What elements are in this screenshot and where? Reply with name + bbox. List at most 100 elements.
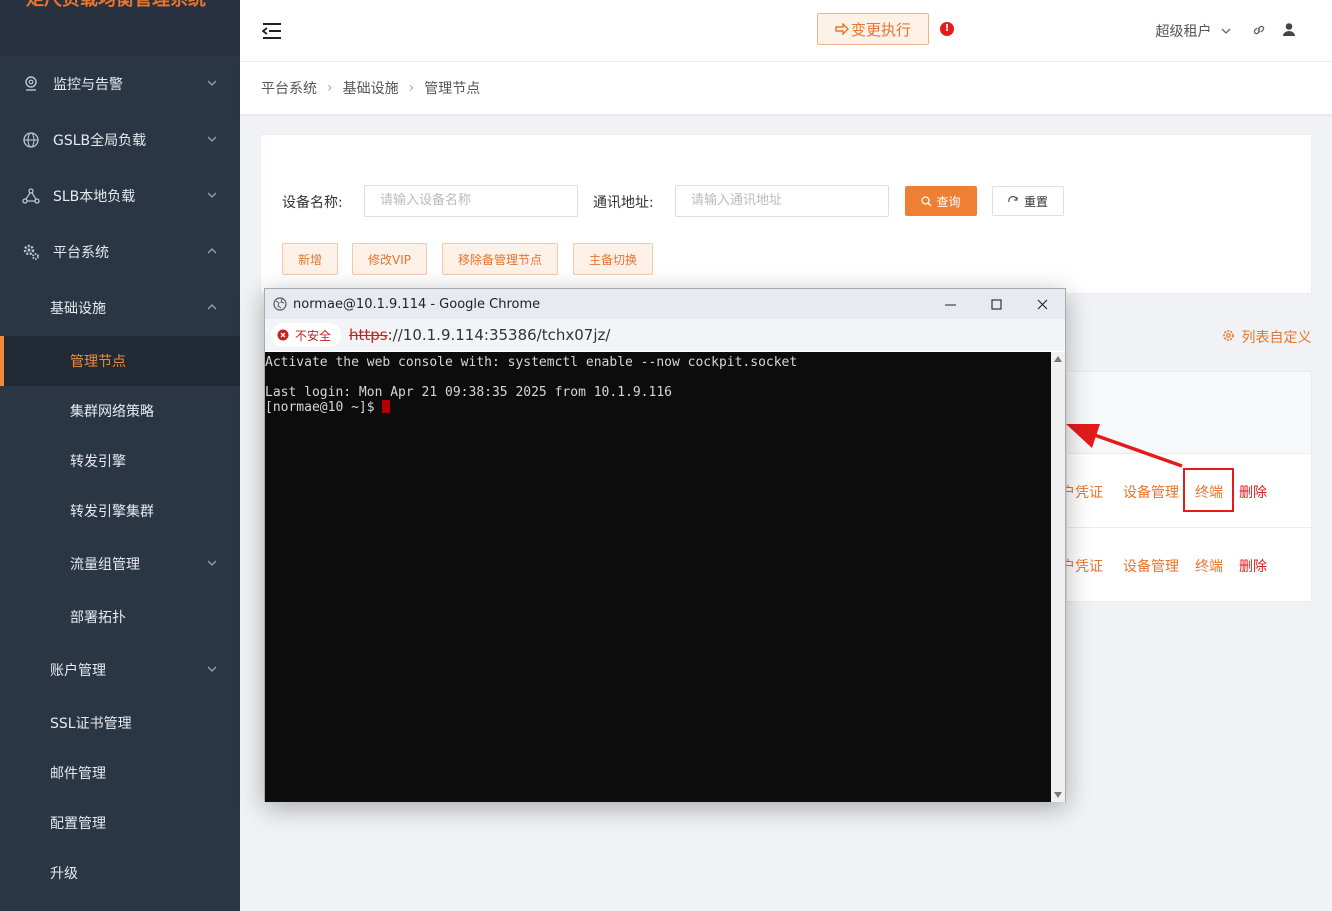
sidebar-item-platform[interactable]: 平台系统 [0,224,240,280]
window-title: normae@10.1.9.114 - Google Chrome [293,296,541,312]
arrow-right-icon [835,23,849,35]
device-name-input[interactable]: 请输入设备名称 [364,185,578,217]
refresh-icon [1008,195,1018,202]
modify-vip-button[interactable]: 修改VIP [352,243,427,275]
terminal-prompt: [normae@10 ~]$ [265,400,383,415]
delete-link[interactable]: 删除 [1239,556,1267,576]
scroll-up-icon[interactable] [1054,356,1062,362]
maximize-button[interactable] [973,289,1019,319]
sidebar-item-label: SSL证书管理 [50,716,132,732]
sidebar-item-cluster-network-policy[interactable]: 集群网络策略 [0,386,240,436]
scroll-down-icon[interactable] [1054,792,1062,798]
breadcrumb-item[interactable]: 基础设施 [343,78,399,98]
sidebar-item-label: 平台系统 [53,245,109,261]
sidebar-item-label: 邮件管理 [50,766,106,782]
sidebar-item-slb[interactable]: SLB本地负载 [0,168,240,224]
sidebar-item-mail[interactable]: 邮件管理 [0,748,240,798]
alert-icon[interactable]: ! [940,22,954,36]
table-row: 户凭证 设备管理 终端 删除 [1061,528,1311,602]
location-pin-icon [22,75,40,93]
sidebar-item-forwarding-engine[interactable]: 转发引擎 [0,436,240,486]
chevron-down-icon [207,192,217,198]
sidebar-item-label: GSLB全局负载 [53,133,147,149]
close-button[interactable] [1019,289,1065,319]
device-management-link[interactable]: 设备管理 [1123,556,1179,576]
filter-panel: 设备名称: 请输入设备名称 通讯地址: 请输入通讯地址 查询 重置 新增 修改V… [260,134,1312,294]
terminal-prompt-line: [normae@10 ~]$ [265,400,1051,415]
sidebar-item-label: 流量组管理 [70,557,140,573]
address-label: 通讯地址: [593,195,654,211]
terminal-link[interactable]: 终端 [1195,556,1223,576]
url-text: ://10.1.9.114:35386/tchx07jz/ [387,326,611,344]
switch-primary-button[interactable]: 主备切换 [573,243,653,275]
sidebar-item-label: 账户管理 [50,663,106,679]
not-secure-badge[interactable]: 不安全 [271,323,342,347]
user-icon[interactable] [1282,22,1296,37]
sidebar-item-forwarding-cluster[interactable]: 转发引擎集群 [0,486,240,536]
breadcrumb-separator-icon: › [408,80,415,96]
column-settings-button[interactable]: 列表自定义 [1222,327,1311,347]
tenant-label: 超级租户 [1155,24,1212,40]
sidebar-item-infrastructure[interactable]: 基础设施 [0,280,240,336]
sidebar-item-label: 监控与告警 [53,77,123,93]
link-icon[interactable] [1252,23,1266,37]
sidebar-item-label: 转发引擎 [70,454,126,470]
sidebar-item-label: 集群网络策略 [70,404,154,420]
address-bar[interactable]: 不安全 https ://10.1.9.114:35386/tchx07jz/ [265,319,1065,351]
terminal-line: Last login: Mon Apr 21 09:38:35 2025 fro… [265,385,672,400]
highlight-box [1183,468,1234,512]
terminal-scrollbar[interactable] [1051,352,1065,802]
breadcrumb-item[interactable]: 平台系统 [261,78,317,98]
minimize-button[interactable] [927,289,973,319]
sidebar: 矩尺负载均衡管理系统 监控与告警 GSLB全局负载 SLB本地负载 平台系统 基… [0,0,240,911]
sidebar-item-deploy-topology[interactable]: 部署拓扑 [0,592,240,642]
sidebar-item-label: 升级 [50,866,78,882]
network-nodes-icon [22,187,40,205]
sidebar-item-label: 部署拓扑 [70,610,126,626]
sidebar-item-monitoring[interactable]: 监控与告警 [0,56,240,112]
device-management-link[interactable]: 设备管理 [1123,482,1179,502]
chevron-up-icon [207,248,217,254]
sidebar-item-ssl[interactable]: SSL证书管理 [0,698,240,748]
chevron-down-icon [1221,28,1231,34]
query-label: 查询 [936,194,961,209]
query-button[interactable]: 查询 [905,186,977,216]
minimize-icon [944,304,956,305]
delete-link[interactable]: 删除 [1239,482,1267,502]
sidebar-item-upgrade[interactable]: 升级 [0,848,240,898]
chevron-up-icon [207,304,217,310]
window-title-bar[interactable]: normae@10.1.9.114 - Google Chrome [265,289,1065,319]
chevron-down-icon [207,560,217,566]
chrome-popup-window[interactable]: normae@10.1.9.114 - Google Chrome 不安全 ht… [264,288,1066,802]
credential-link[interactable]: 户凭证 [1061,556,1103,576]
terminal-console[interactable]: Activate the web console with: systemctl… [265,352,1051,802]
sidebar-item-label: 配置管理 [50,816,106,832]
chevron-down-icon [207,80,217,86]
sidebar-item-traffic-group[interactable]: 流量组管理 [0,536,240,592]
credential-link[interactable]: 户凭证 [1061,482,1103,502]
device-name-label: 设备名称: [282,195,343,211]
annotation-arrow-icon [1066,424,1183,468]
reset-label: 重置 [1023,194,1048,209]
sidebar-item-label: 基础设施 [50,301,106,317]
change-execute-button[interactable]: 变更执行 [817,13,929,45]
reset-button[interactable]: 重置 [992,186,1064,216]
sidebar-item-management-node[interactable]: 管理节点 [0,336,240,386]
add-button[interactable]: 新增 [282,243,338,275]
top-bar: 变更执行 ! 超级租户 [240,0,1332,62]
sidebar-item-config[interactable]: 配置管理 [0,798,240,848]
warning-icon [277,329,289,341]
breadcrumb-item: 管理节点 [424,81,481,97]
terminal-line: Activate the web console with: systemctl… [265,355,798,370]
maximize-icon [990,298,1002,310]
tenant-selector[interactable]: 超级租户 [1156,21,1232,41]
breadcrumb: 平台系统 › 基础设施 › 管理节点 [240,62,1332,114]
menu-collapse-icon[interactable] [262,22,282,40]
sidebar-item-gslb[interactable]: GSLB全局负载 [0,112,240,168]
breadcrumb-separator-icon: › [327,80,333,96]
change-execute-label: 变更执行 [850,20,911,39]
remove-standby-button[interactable]: 移除备管理节点 [442,243,558,275]
address-input[interactable]: 请输入通讯地址 [675,185,889,217]
sidebar-item-account[interactable]: 账户管理 [0,642,240,698]
